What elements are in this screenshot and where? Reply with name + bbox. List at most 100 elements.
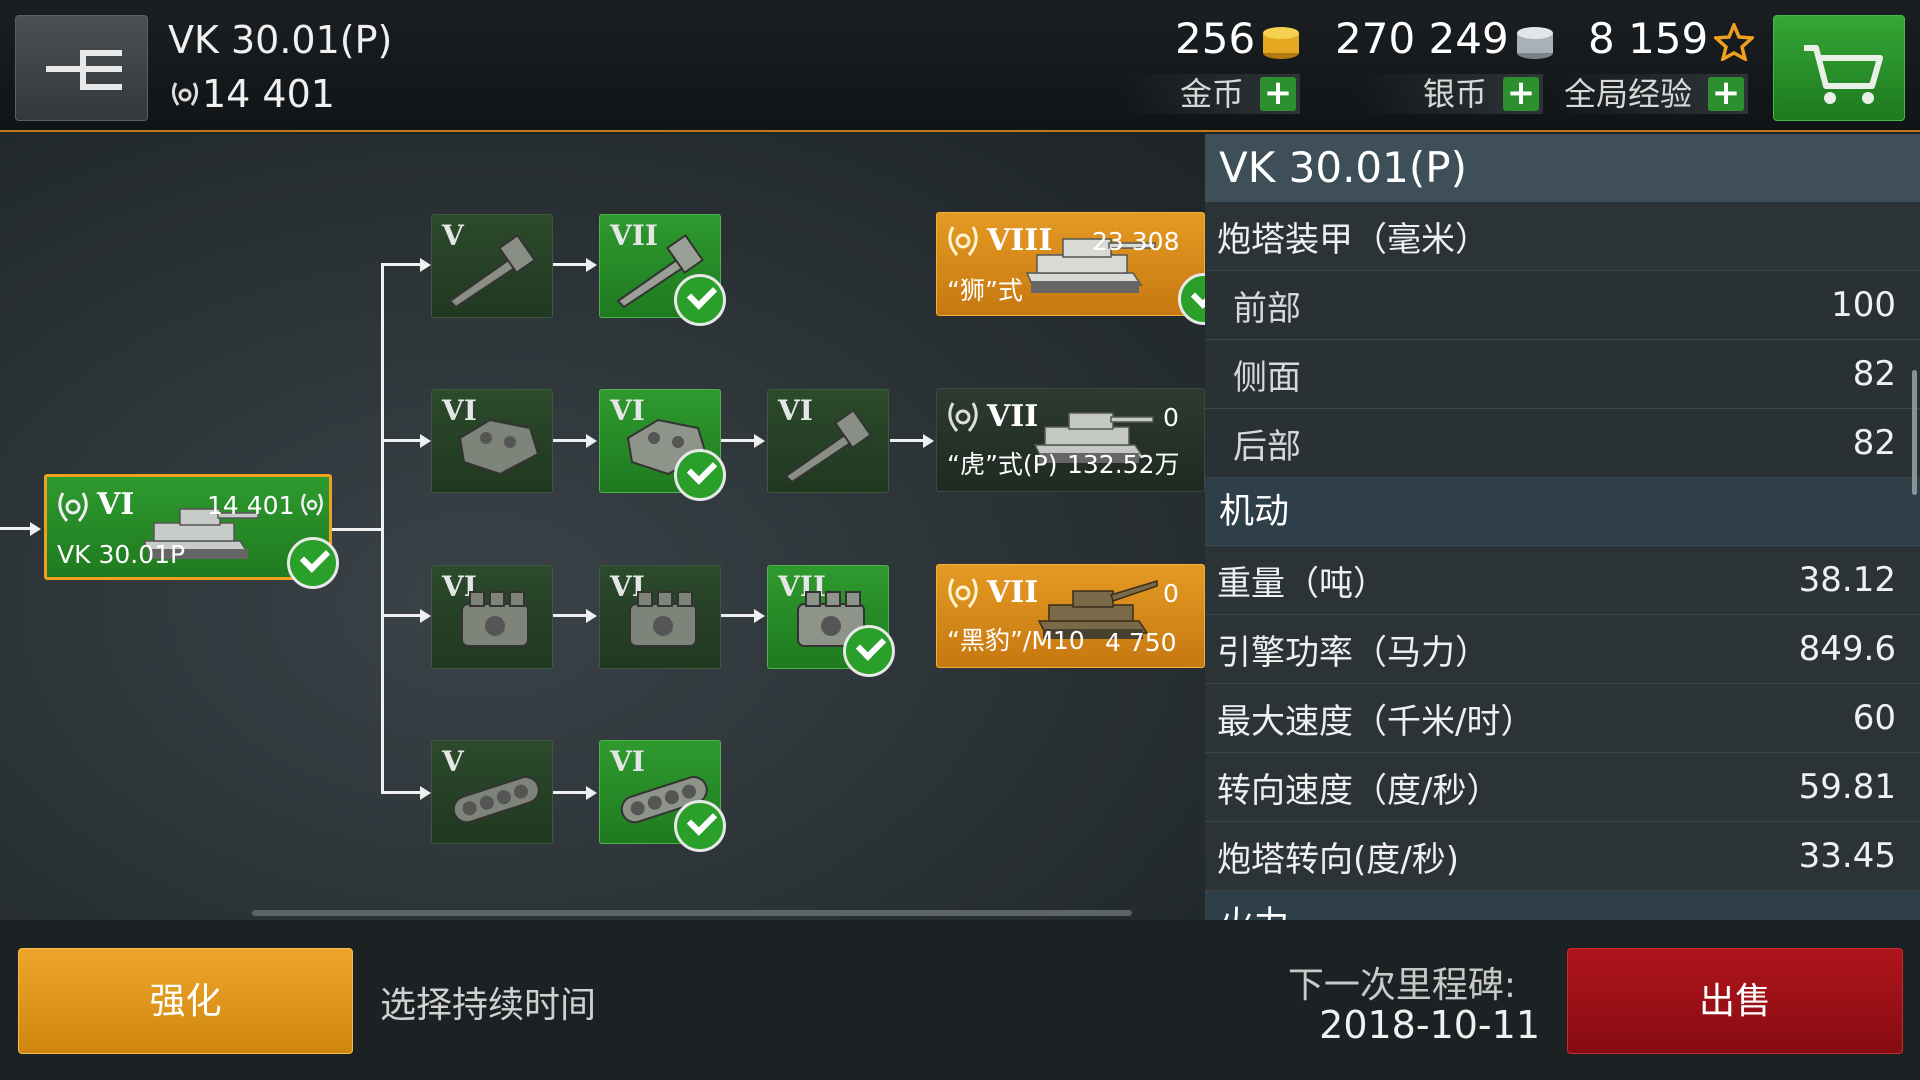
arrow — [420, 434, 431, 448]
arrow — [586, 609, 597, 623]
stat-label: 后部 — [1233, 426, 1301, 467]
stat-row: 最大速度（千米/时） 60 — [1205, 684, 1920, 753]
tank-name: VK 30.01P — [57, 540, 186, 569]
next-tank-tiger-p[interactable]: VII 0 “虎”式(P) 132.52万 — [936, 388, 1205, 492]
stat-row: 炮塔转向(度/秒) 33.45 — [1205, 822, 1920, 891]
buy-silver-button[interactable]: + — [1503, 76, 1539, 111]
stat-value: 82 — [1852, 354, 1896, 394]
gun-icon — [448, 234, 537, 309]
stat-value: 33.45 — [1798, 836, 1896, 876]
mobility-section-header: 机动 — [1205, 478, 1920, 546]
researched-check-icon — [674, 274, 726, 326]
connector — [553, 263, 589, 266]
stats-scrollbar[interactable] — [1912, 370, 1917, 495]
arrow — [754, 434, 765, 448]
free-xp-value: 8 159 — [1588, 14, 1709, 63]
stat-value: 849.6 — [1798, 629, 1896, 669]
stat-label: 引擎功率（马力） — [1217, 632, 1489, 673]
silver-value: 270 249 — [1335, 14, 1509, 63]
firepower-section-header: 火力 — [1205, 891, 1920, 920]
module-gun-1[interactable]: V — [431, 214, 553, 318]
gold-label: 金币 — [1179, 75, 1244, 113]
arrow — [586, 434, 597, 448]
horizontal-scrollbar[interactable] — [252, 910, 1132, 916]
free-xp-label: 全局经验 — [1563, 75, 1692, 113]
researched-check-icon — [674, 449, 726, 501]
silver-coin-icon — [1516, 26, 1553, 59]
connector — [890, 439, 926, 442]
buy-gold-button[interactable]: + — [1260, 76, 1296, 111]
stat-label: 炮塔转向(度/秒) — [1217, 839, 1459, 880]
connector — [332, 528, 382, 531]
laurel-icon — [948, 578, 978, 608]
connector — [721, 614, 757, 617]
connector — [381, 263, 384, 793]
stat-value: 59.81 — [1798, 767, 1896, 807]
tank-name: “狮”式 — [947, 276, 1023, 305]
researched-check-icon — [287, 537, 339, 589]
laurel-icon — [171, 82, 199, 106]
silver-label: 银币 — [1422, 75, 1487, 113]
stat-value: 100 — [1831, 285, 1896, 325]
laurel-icon — [948, 402, 978, 432]
cart-icon — [1804, 45, 1883, 104]
gold-coin-icon — [1263, 26, 1300, 59]
module-gun-3[interactable]: VI — [767, 389, 889, 493]
silver-label-box: 银币 + — [1355, 74, 1543, 114]
arrow — [30, 522, 41, 536]
sell-button[interactable]: 出售 — [1567, 948, 1903, 1054]
arrow — [420, 258, 431, 272]
gold-label-box: 金币 + — [1120, 74, 1300, 114]
silver-amount: 270 249 — [1335, 14, 1555, 63]
tank-xp: 0 — [1163, 579, 1179, 608]
next-tank-panther-m10[interactable]: VII 0 “黑豹”/M10 4 750 — [936, 564, 1205, 668]
tank-xp: 14 401 — [207, 491, 295, 520]
top-bar: VK 30.01(P) 14 401 256 270 249 8 159 金币 +… — [0, 0, 1920, 132]
milestone-label: 下一次里程碑: — [1287, 965, 1516, 1006]
stat-row: 转向速度（度/秒） 59.81 — [1205, 753, 1920, 822]
tank-name: “虎”式(P) — [947, 450, 1058, 479]
module-engine-1[interactable]: VI — [431, 565, 553, 669]
gold-amount: 256 — [1175, 14, 1301, 63]
engine-icon — [461, 591, 529, 647]
next-tank-lowe[interactable]: VIII 23 308 “狮”式 — [936, 212, 1205, 316]
arrow — [420, 609, 431, 623]
free-xp-amount: 8 159 — [1588, 14, 1755, 63]
stat-row: 引擎功率（马力） 849.6 — [1205, 615, 1920, 684]
vehicle-xp: 14 401 — [168, 72, 335, 116]
laurel-small-icon — [301, 493, 323, 516]
tank-xp: 23 308 — [1092, 227, 1180, 256]
stats-title: VK 30.01(P) — [1205, 134, 1920, 202]
gun-icon — [784, 409, 873, 484]
module-tracks-1[interactable]: V — [431, 740, 553, 844]
arrow — [923, 434, 934, 448]
tank-xp: 0 — [1163, 403, 1179, 432]
upgrade-button[interactable]: 强化 — [18, 948, 353, 1054]
turret-icon — [458, 418, 540, 476]
star-icon — [1714, 22, 1755, 61]
select-duration-link[interactable]: 选择持续时间 — [380, 976, 596, 1028]
tracks-icon — [452, 776, 540, 824]
engine-icon — [629, 591, 697, 647]
stat-label: 最大速度（千米/时） — [1217, 701, 1535, 742]
laurel-icon — [58, 492, 88, 522]
research-tree: VI 14 401 VK 30.01P V VII VI VI VI VI VI… — [0, 134, 1230, 920]
stat-label: 重量（吨） — [1217, 563, 1387, 604]
stat-value: 60 — [1852, 698, 1896, 738]
stat-label: 转向速度（度/秒） — [1217, 770, 1501, 811]
laurel-icon — [948, 226, 978, 256]
stats-panel: VK 30.01(P) 炮塔装甲（毫米） 前部 100 侧面 82 后部 82 机动 … — [1205, 134, 1920, 920]
shop-button[interactable] — [1773, 15, 1905, 121]
convert-xp-button[interactable]: + — [1708, 76, 1744, 111]
armor-section-header: 炮塔装甲（毫米） — [1205, 202, 1920, 271]
stat-row: 后部 82 — [1205, 409, 1920, 478]
stat-row: 前部 100 — [1205, 271, 1920, 340]
stat-label: 前部 — [1233, 288, 1301, 329]
tank-name: “黑豹”/M10 — [947, 626, 1085, 655]
tree-menu-button[interactable] — [15, 15, 148, 121]
stat-value: 38.12 — [1798, 560, 1896, 600]
researched-check-icon — [674, 800, 726, 852]
connector — [721, 439, 757, 442]
module-turret-1[interactable]: VI — [431, 389, 553, 493]
module-engine-2[interactable]: VI — [599, 565, 721, 669]
